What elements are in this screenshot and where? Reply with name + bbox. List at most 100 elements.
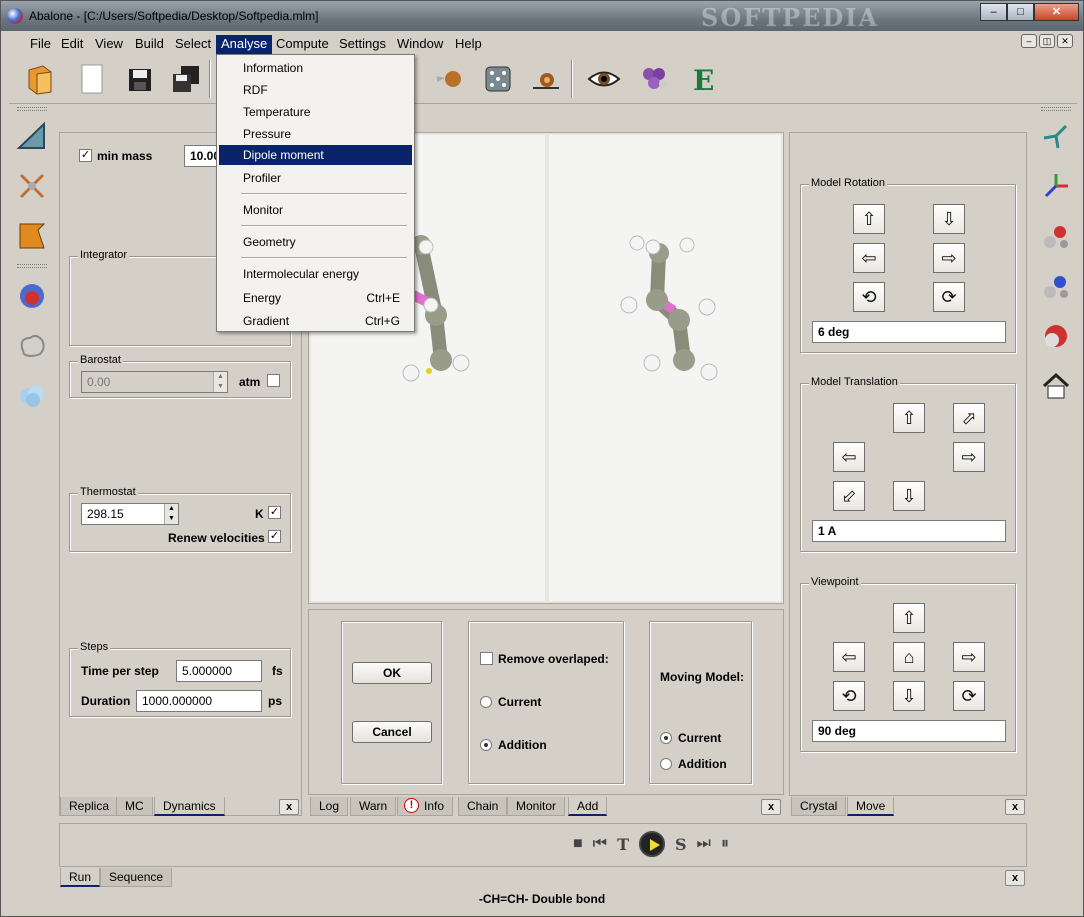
atom-fire-icon[interactable] [433,62,467,96]
rotate-down-button[interactable]: ⇩ [933,204,965,234]
molecule-sphere-icon[interactable] [1040,320,1072,352]
new-document-icon[interactable] [75,62,109,96]
step-back-button[interactable]: ⏮ [593,835,607,853]
dice-icon[interactable] [481,62,515,96]
tab-log[interactable]: Log [310,797,349,816]
translate-left-button[interactable]: ⇦ [833,442,865,472]
menu-select[interactable]: Select [170,35,216,55]
tab-warn[interactable]: Warn [350,797,397,816]
tab-move[interactable]: Move [847,797,895,816]
menu-item-intermolecular-energy[interactable]: Intermolecular energy [219,264,412,284]
play-button[interactable] [638,831,665,857]
surface-red-blue-icon[interactable] [16,280,48,312]
rotate-left-button[interactable]: ⇦ [853,243,885,273]
home-icon[interactable] [1040,370,1072,402]
menu-item-profiler[interactable]: Profiler [219,168,412,188]
snail-icon[interactable] [529,62,563,96]
menu-view[interactable]: View [90,35,128,55]
right-stereo-view[interactable] [549,135,781,601]
t-button[interactable]: T [617,835,629,854]
menu-analyse[interactable]: Analyse [216,35,273,55]
tab-dynamics[interactable]: Dynamics [154,797,225,816]
min-mass-checkbox[interactable]: ✓ [79,149,92,162]
save-all-icon[interactable] [169,62,203,96]
remove-overlaped-checkbox[interactable] [480,652,493,665]
tab-add[interactable]: Add [568,797,608,816]
view-rotate-ccw-button[interactable]: ⟲ [833,681,865,711]
menu-item-pressure[interactable]: Pressure [219,124,412,144]
cancel-button[interactable]: Cancel [352,721,432,743]
menu-item-geometry[interactable]: Geometry [219,232,412,252]
molecule-blue-icon[interactable] [1040,270,1072,302]
tab-info[interactable]: ! Info [397,797,454,816]
menu-help[interactable]: Help [450,35,487,55]
view-right-button[interactable]: ⇨ [953,642,985,672]
bond-teal-icon[interactable] [1040,120,1072,152]
tab-replica[interactable]: Replica [60,797,119,816]
step-forward-button[interactable]: ⏭ [697,835,711,853]
title-bar[interactable]: Abalone - [C:/Users/Softpedia/Desktop/So… [1,1,1083,32]
pause-button[interactable]: ⏸ [721,835,729,853]
menu-item-temperature[interactable]: Temperature [219,102,412,122]
surface-cloud-icon[interactable] [16,380,48,412]
moving-addition-radio[interactable] [660,758,672,770]
translate-up-button[interactable]: ⇧ [893,403,925,433]
overlap-current-radio[interactable] [480,696,492,708]
menu-build[interactable]: Build [130,35,169,55]
view-reset-button[interactable]: ⌂ [893,642,925,672]
run-panel-close-button[interactable]: x [1005,870,1025,886]
minimize-button[interactable]: – [980,3,1007,21]
overlap-addition-radio[interactable] [480,739,492,751]
menu-item-energy[interactable]: Energy Ctrl+E [219,288,412,308]
thermostat-spinbox[interactable]: 298.15 ▲ ▼ [81,503,179,525]
maximize-button[interactable]: □ [1007,3,1034,21]
view-left-button[interactable]: ⇦ [833,642,865,672]
stop-button[interactable]: ■ [573,835,583,853]
translate-down-button[interactable]: ⇩ [893,481,925,511]
duration-input[interactable]: 1000.000000 [136,690,262,712]
arrow-corner-icon[interactable] [16,220,48,252]
save-icon[interactable] [123,62,157,96]
energy-e-icon[interactable]: E [685,62,719,96]
tab-chain[interactable]: Chain [458,797,508,816]
tab-sequence[interactable]: Sequence [100,868,173,887]
menu-edit[interactable]: Edit [56,35,88,55]
tab-crystal[interactable]: Crystal [791,797,847,816]
moving-current-radio[interactable] [660,732,672,744]
tab-monitor[interactable]: Monitor [507,797,566,816]
viewpoint-step-input[interactable]: 90 deg [812,720,1006,742]
menu-item-dipole-moment[interactable]: Dipole moment [219,145,412,165]
thermostat-k-checkbox[interactable]: ✓ [268,506,281,519]
tab-mc[interactable]: MC [116,797,153,816]
renew-velocities-checkbox[interactable]: ✓ [268,530,281,543]
translation-step-input[interactable]: 1 A [812,520,1006,542]
view-down-button[interactable]: ⇩ [893,681,925,711]
rotate-up-button[interactable]: ⇧ [853,204,885,234]
mdi-close-button[interactable]: ✕ [1057,34,1073,48]
menu-file[interactable]: File [25,35,56,55]
menu-item-monitor[interactable]: Monitor [219,200,412,220]
view-up-button[interactable]: ⇧ [893,603,925,633]
menu-window[interactable]: Window [392,35,448,55]
mdi-minimize-button[interactable]: – [1021,34,1037,48]
barostat-spinbox[interactable]: 0.00 ▲ ▼ [81,371,228,393]
menu-compute[interactable]: Compute [271,35,334,55]
rotation-step-input[interactable]: 6 deg [812,321,1006,343]
cross-molecule-icon[interactable] [16,170,48,202]
time-per-step-input[interactable]: 5.000000 [176,660,262,682]
left-panel-close-button[interactable]: x [279,799,299,815]
translate-forward-button[interactable]: ⬀ [953,403,985,433]
bottom-panel-close-button[interactable]: x [761,799,781,815]
axes-icon[interactable] [1040,170,1072,202]
barostat-checkbox[interactable] [267,374,280,387]
rotate-right-button[interactable]: ⇨ [933,243,965,273]
translate-back-button[interactable]: ⬃ [833,481,865,511]
rotate-ccw-button[interactable]: ⟲ [853,282,885,312]
tab-run[interactable]: Run [60,868,101,887]
right-panel-close-button[interactable]: x [1005,799,1025,815]
menu-settings[interactable]: Settings [334,35,391,55]
open-book-icon[interactable] [23,62,57,96]
s-button[interactable]: S [675,835,687,854]
molecule-red-icon[interactable] [1040,220,1072,252]
surface-outline-icon[interactable] [16,330,48,362]
